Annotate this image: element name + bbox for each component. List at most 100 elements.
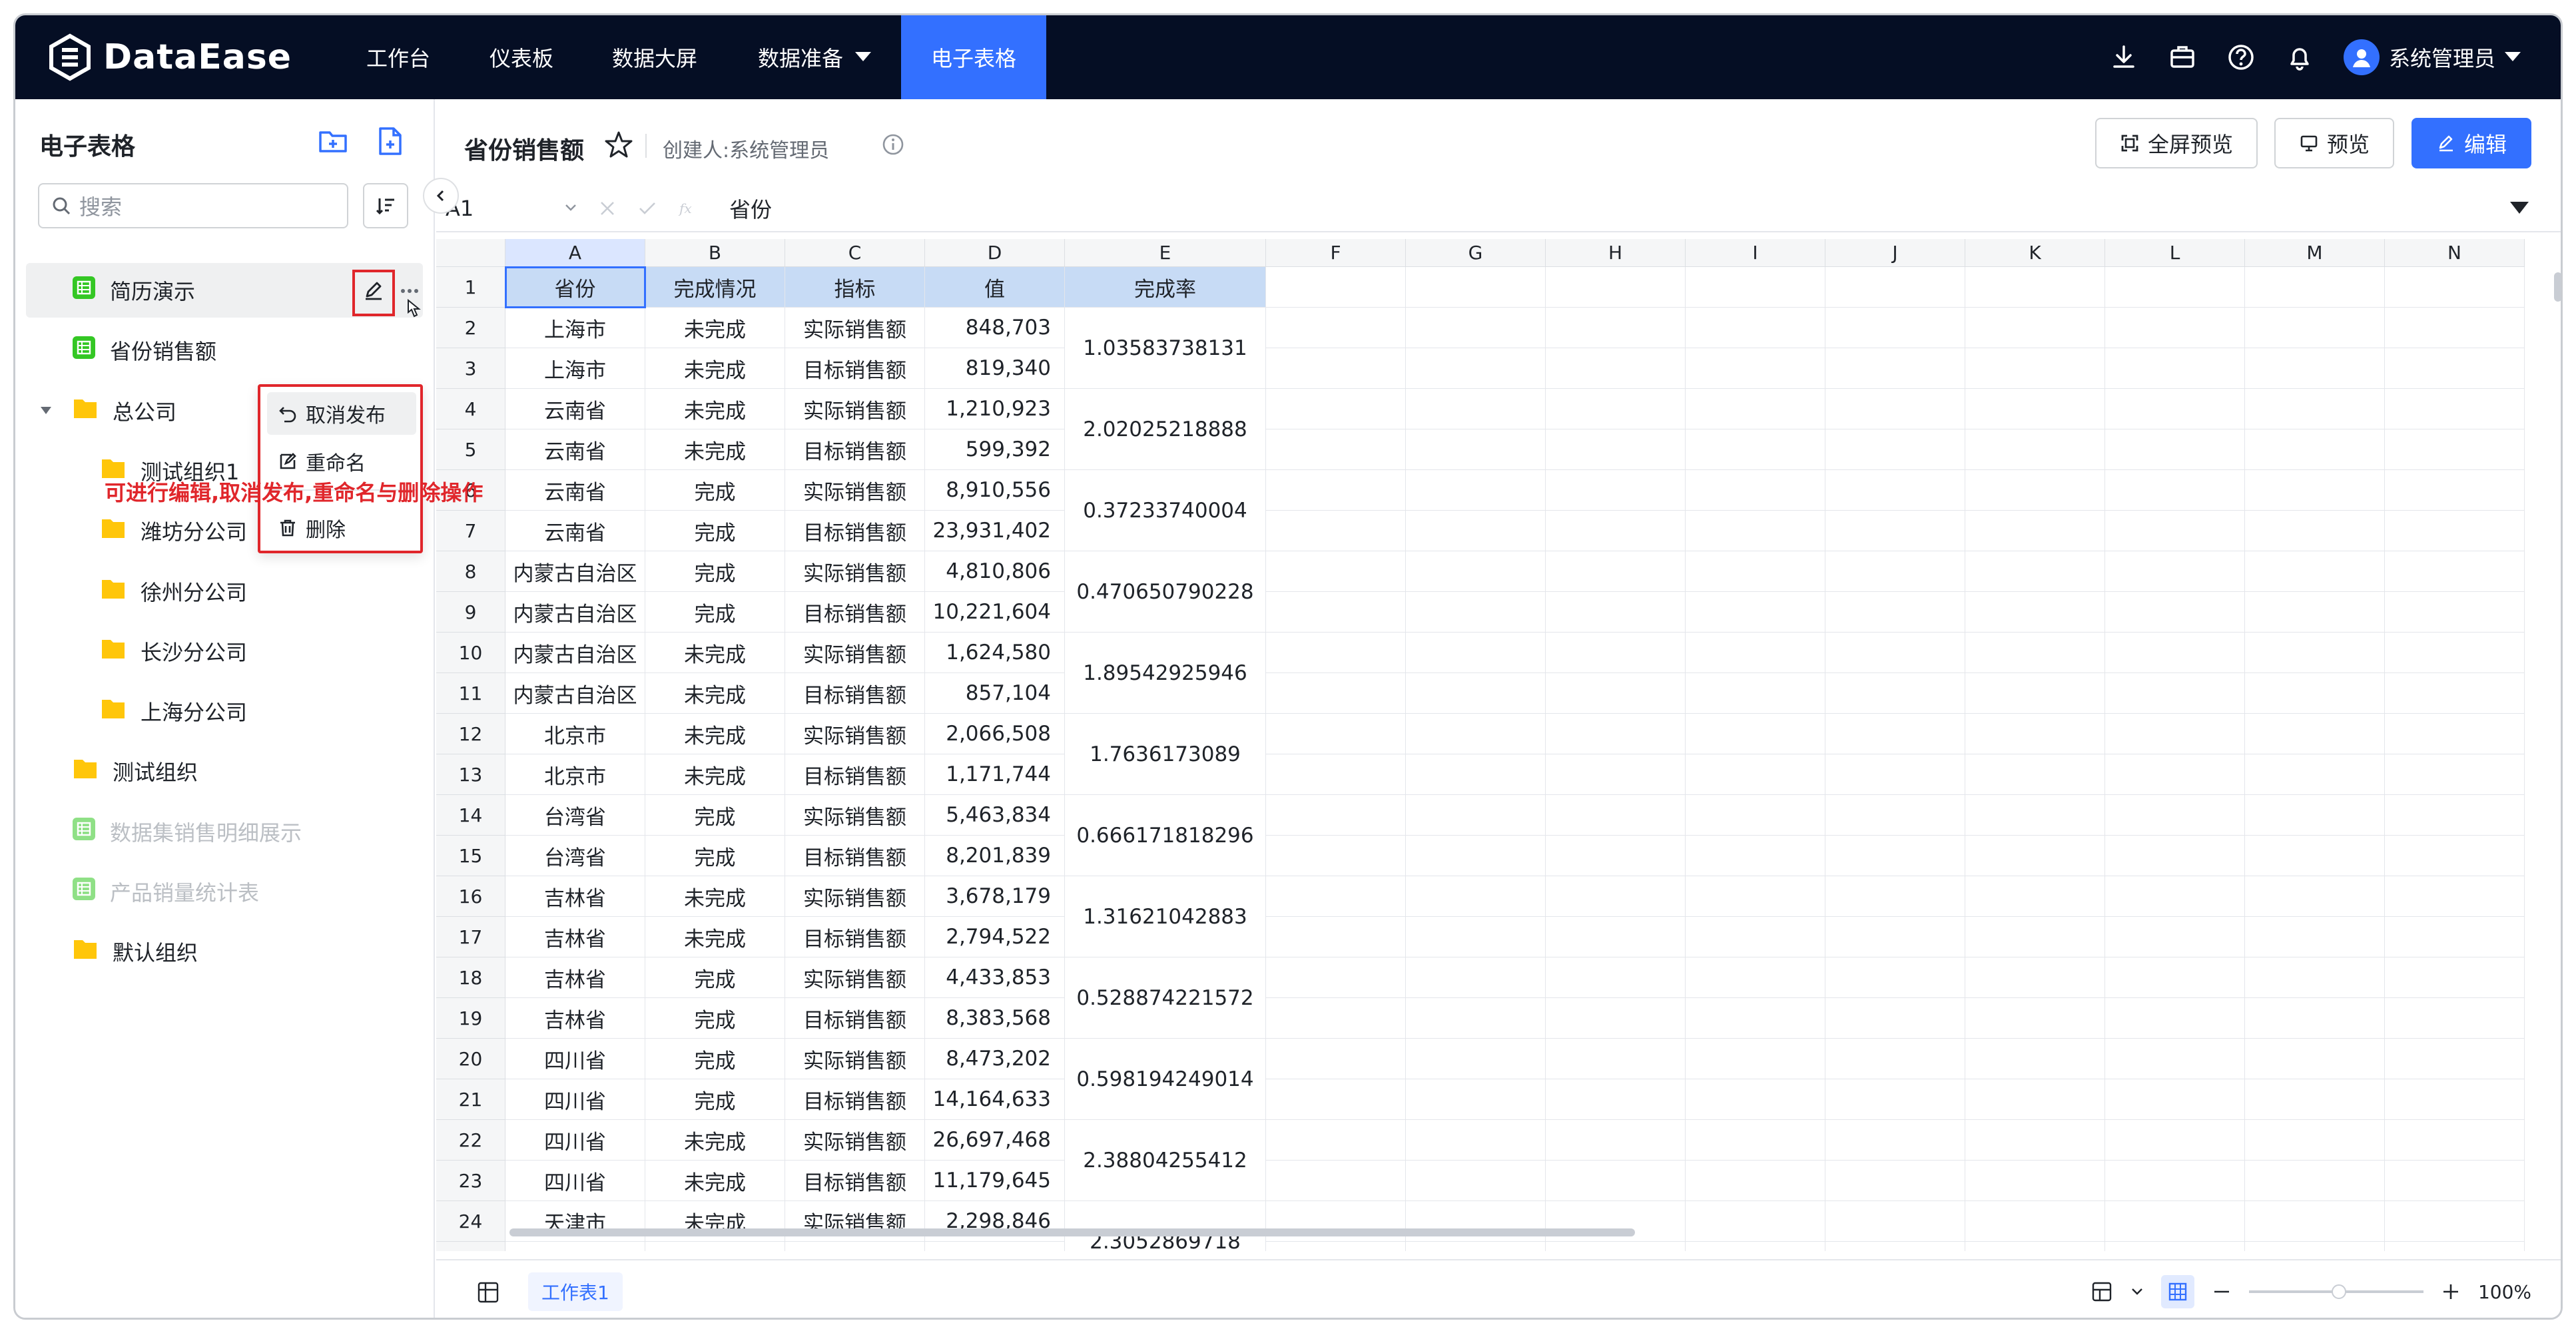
column-header[interactable]: I <box>1686 239 1825 267</box>
nav-item-data-prep[interactable]: 数据准备 <box>728 15 901 99</box>
row-header[interactable]: 19 <box>436 998 505 1039</box>
rate-cell[interactable]: 0.666171818296 <box>1065 795 1266 876</box>
info-icon[interactable] <box>881 133 905 156</box>
row-header[interactable]: 20 <box>436 1039 505 1079</box>
chevron-down-icon[interactable] <box>564 203 577 212</box>
new-sheet-icon[interactable] <box>374 125 407 158</box>
empty-cell[interactable] <box>1406 1079 1546 1120</box>
column-header[interactable]: C <box>785 239 925 267</box>
empty-cell[interactable] <box>1266 1079 1406 1120</box>
empty-cell[interactable] <box>1546 1120 1686 1161</box>
table-cell[interactable]: 未完成 <box>645 876 785 917</box>
table-cell[interactable]: 内蒙古自治区 <box>505 592 645 633</box>
empty-cell[interactable] <box>1406 348 1546 389</box>
empty-cell[interactable] <box>1965 633 2105 673</box>
table-cell[interactable]: 内蒙古自治区 <box>505 551 645 592</box>
empty-cell[interactable] <box>1825 592 1965 633</box>
empty-cell[interactable] <box>1406 836 1546 876</box>
empty-cell[interactable] <box>1965 267 2105 308</box>
empty-cell[interactable] <box>1406 1120 1546 1161</box>
table-cell[interactable]: 未完成 <box>645 348 785 389</box>
header-cell[interactable]: 完成情况 <box>645 267 785 308</box>
table-cell[interactable]: 实际销售额 <box>785 714 925 754</box>
empty-cell[interactable] <box>2385 592 2525 633</box>
empty-cell[interactable] <box>2105 389 2245 429</box>
edit-button[interactable]: 编辑 <box>2412 118 2531 168</box>
empty-cell[interactable] <box>1825 1161 1965 1201</box>
empty-cell[interactable] <box>1546 1161 1686 1201</box>
empty-cell[interactable] <box>2245 795 2385 836</box>
empty-cell[interactable] <box>2245 267 2385 308</box>
empty-cell[interactable] <box>1546 998 1686 1039</box>
rate-cell[interactable]: 0.470650790228 <box>1065 551 1266 633</box>
table-cell[interactable]: 目标销售额 <box>785 836 925 876</box>
empty-cell[interactable] <box>2385 348 2525 389</box>
table-cell[interactable]: 2,066,508 <box>925 714 1065 754</box>
row-header[interactable]: 4 <box>436 389 505 429</box>
empty-cell[interactable] <box>2385 389 2525 429</box>
rate-cell[interactable]: 2.02025218888 <box>1065 389 1266 470</box>
table-cell[interactable]: 完成 <box>645 1039 785 1079</box>
table-cell[interactable]: 目标销售额 <box>785 511 925 551</box>
empty-cell[interactable] <box>2245 633 2385 673</box>
empty-cell[interactable] <box>1266 308 1406 348</box>
table-cell[interactable]: 未完成 <box>645 714 785 754</box>
table-cell[interactable]: 857,104 <box>925 673 1065 714</box>
empty-cell[interactable] <box>2385 714 2525 754</box>
caret-down-icon[interactable] <box>39 405 53 416</box>
empty-cell[interactable] <box>2245 917 2385 957</box>
empty-cell[interactable] <box>2105 1120 2245 1161</box>
table-cell[interactable]: 上海市 <box>505 308 645 348</box>
table-cell[interactable]: 5,463,834 <box>925 795 1065 836</box>
empty-cell[interactable] <box>2385 673 2525 714</box>
table-cell[interactable]: 目标销售额 <box>785 917 925 957</box>
empty-cell[interactable] <box>1266 511 1406 551</box>
empty-cell[interactable] <box>2245 1039 2385 1079</box>
empty-cell[interactable] <box>2105 633 2245 673</box>
tree-item[interactable]: 测试组织 <box>15 744 423 798</box>
nav-item-data-screen[interactable]: 数据大屏 <box>581 15 728 99</box>
sheet-list-icon[interactable] <box>476 1280 500 1304</box>
tree-item[interactable]: 上海分公司 <box>15 684 423 738</box>
row-header[interactable]: 3 <box>436 348 505 389</box>
empty-cell[interactable] <box>1825 348 1965 389</box>
table-cell[interactable]: 目标销售额 <box>785 1161 925 1201</box>
sheet-tab[interactable]: 工作表1 <box>528 1272 623 1311</box>
empty-cell[interactable] <box>2385 1120 2525 1161</box>
empty-cell[interactable] <box>1406 592 1546 633</box>
table-cell[interactable]: 未完成 <box>645 389 785 429</box>
empty-cell[interactable] <box>1406 917 1546 957</box>
confirm-icon[interactable] <box>637 198 657 218</box>
tree-item[interactable]: 省份销售额 <box>15 323 423 378</box>
empty-cell[interactable] <box>2105 348 2245 389</box>
row-header[interactable]: 8 <box>436 551 505 592</box>
table-cell[interactable]: 8,910,556 <box>925 470 1065 511</box>
row-header[interactable]: 1 <box>436 267 505 308</box>
empty-cell[interactable] <box>1965 1120 2105 1161</box>
table-cell[interactable]: 完成 <box>645 1079 785 1120</box>
table-cell[interactable]: 完成 <box>645 511 785 551</box>
nav-item-workbench[interactable]: 工作台 <box>335 15 462 99</box>
table-cell[interactable]: 云南省 <box>505 389 645 429</box>
menu-item-delete[interactable]: 删除 <box>267 507 416 549</box>
table-cell[interactable]: 未完成 <box>645 429 785 470</box>
empty-cell[interactable] <box>2245 836 2385 876</box>
empty-cell[interactable] <box>2385 267 2525 308</box>
table-cell[interactable]: 目标销售额 <box>785 1079 925 1120</box>
column-header[interactable]: H <box>1546 239 1686 267</box>
rate-cell[interactable]: 1.03583738131 <box>1065 308 1266 389</box>
column-header[interactable]: A <box>505 239 645 267</box>
row-header[interactable]: 11 <box>436 673 505 714</box>
empty-cell[interactable] <box>1825 795 1965 836</box>
table-cell[interactable]: 北京市 <box>505 714 645 754</box>
cell-reference[interactable]: A1 <box>446 196 579 221</box>
table-cell[interactable]: 未完成 <box>645 673 785 714</box>
empty-cell[interactable] <box>1546 592 1686 633</box>
empty-cell[interactable] <box>1266 592 1406 633</box>
empty-cell[interactable] <box>2385 957 2525 998</box>
empty-cell[interactable] <box>1825 1242 1965 1251</box>
empty-cell[interactable] <box>1406 1161 1546 1201</box>
empty-cell[interactable] <box>1686 876 1825 917</box>
table-cell[interactable]: 14,164,633 <box>925 1079 1065 1120</box>
empty-cell[interactable] <box>1965 754 2105 795</box>
